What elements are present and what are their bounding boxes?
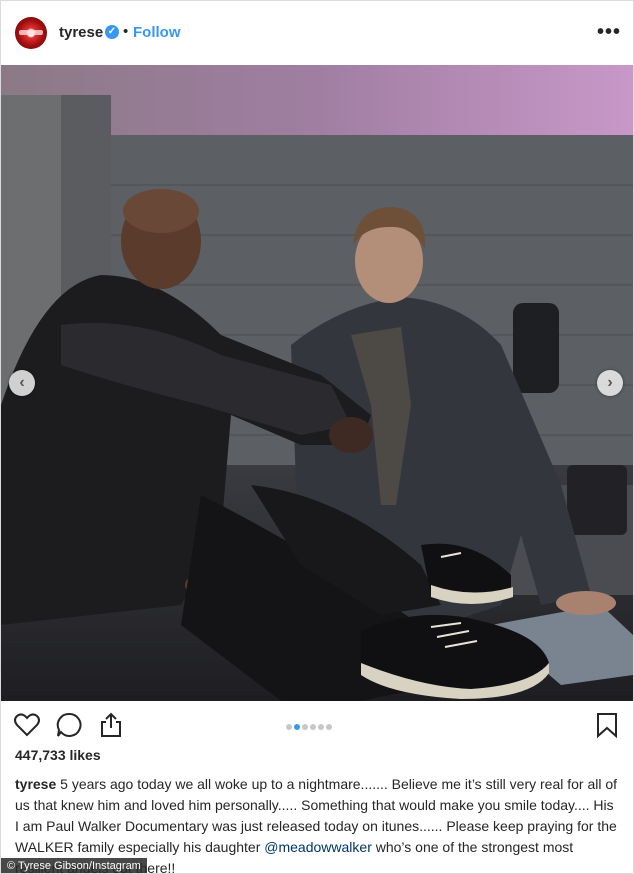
avatar[interactable]: [15, 17, 47, 49]
post-photo[interactable]: ‹ ›: [1, 65, 633, 701]
carousel-dot-active: [294, 724, 300, 730]
mention-link[interactable]: @meadowwalker: [264, 839, 372, 855]
instagram-post: tyrese ✓ • Follow ••• ‹ › 447,733 likes …: [0, 0, 634, 874]
likes-count[interactable]: 447,733 likes: [15, 747, 101, 763]
share-icon[interactable]: [97, 711, 125, 739]
photo-illustration: [1, 65, 633, 701]
carousel-dot: [326, 724, 332, 730]
more-options-icon[interactable]: •••: [597, 21, 621, 44]
carousel-dot: [310, 724, 316, 730]
carousel-prev-button[interactable]: ‹: [9, 370, 35, 396]
separator-dot: •: [123, 23, 129, 40]
post-header: tyrese ✓ • Follow •••: [1, 1, 633, 65]
caption-username-link[interactable]: tyrese: [15, 776, 56, 792]
carousel-dot: [302, 724, 308, 730]
carousel-dot: [318, 724, 324, 730]
verified-badge-icon: ✓: [105, 25, 119, 39]
photo-credit-watermark: © Tyrese Gibson/Instagram: [1, 858, 147, 873]
heart-icon[interactable]: [13, 711, 41, 739]
username-link[interactable]: tyrese: [59, 24, 103, 41]
comment-icon[interactable]: [55, 711, 83, 739]
carousel-dot: [286, 724, 292, 730]
carousel-indicator: [286, 717, 334, 730]
follow-button[interactable]: Follow: [133, 24, 181, 41]
bookmark-icon[interactable]: [593, 711, 621, 739]
carousel-next-button[interactable]: ›: [597, 370, 623, 396]
action-bar: [1, 701, 633, 745]
